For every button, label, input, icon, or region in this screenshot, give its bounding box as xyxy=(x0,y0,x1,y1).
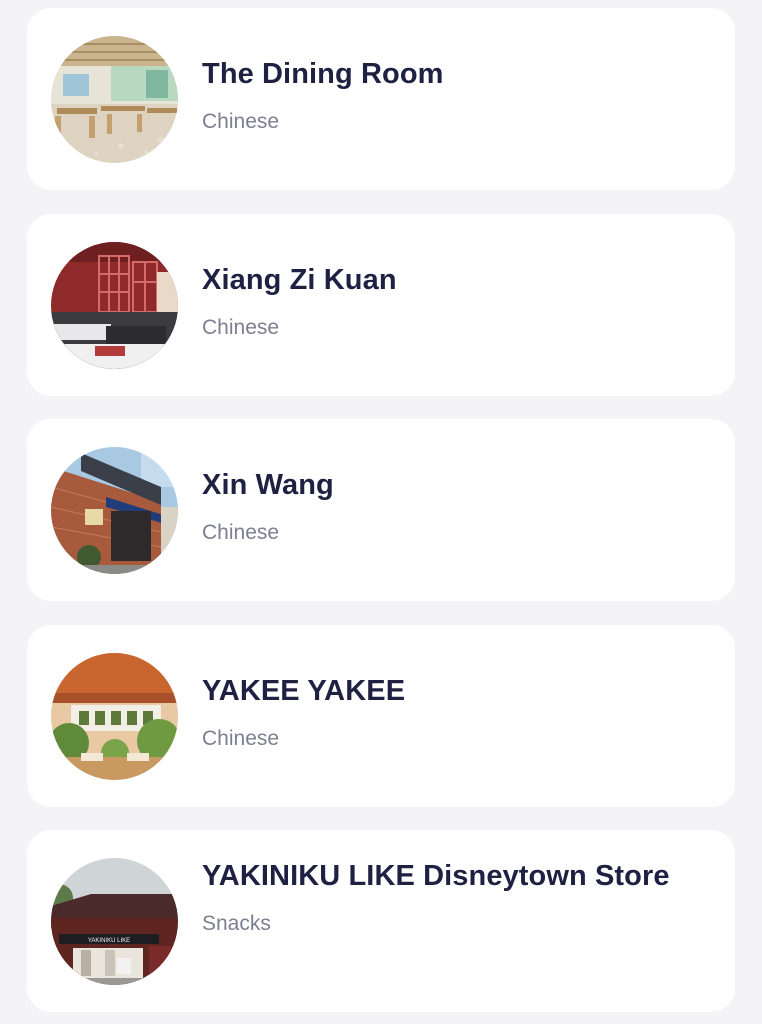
restaurant-category: Snacks xyxy=(202,912,271,935)
restaurant-category: Chinese xyxy=(202,110,280,133)
restaurant-category: Chinese xyxy=(202,316,280,339)
restaurant-name: Xiang Zi Kuan xyxy=(202,264,397,296)
restaurant-photo xyxy=(51,242,178,369)
restaurant-category: Chinese xyxy=(202,727,280,750)
restaurant-photo xyxy=(51,653,178,780)
restaurant-photo xyxy=(51,447,178,574)
restaurant-card[interactable]: Xiang Zi Kuan Chinese xyxy=(27,214,735,396)
restaurant-photo: YAKINIKU LIKE xyxy=(51,858,178,985)
restaurant-card[interactable]: The Dining Room Chinese xyxy=(27,8,735,190)
restaurant-card[interactable]: YAKINIKU LIKE YAKINIKU LIKE Disneytown S… xyxy=(27,830,735,1012)
restaurant-category: Chinese xyxy=(202,521,280,544)
restaurant-list: The Dining Room Chinese Xiang Zi Kuan Ch… xyxy=(0,0,762,1024)
restaurant-name: YAKEE YAKEE xyxy=(202,675,406,707)
restaurant-name: The Dining Room xyxy=(202,58,444,90)
restaurant-card[interactable]: YAKEE YAKEE Chinese xyxy=(27,625,735,807)
storefront-sign: YAKINIKU LIKE xyxy=(88,938,130,944)
restaurant-name: Xin Wang xyxy=(202,469,334,501)
restaurant-card[interactable]: Xin Wang Chinese xyxy=(27,419,735,601)
restaurant-photo xyxy=(51,36,178,163)
restaurant-name: YAKINIKU LIKE Disneytown Store xyxy=(202,860,670,892)
